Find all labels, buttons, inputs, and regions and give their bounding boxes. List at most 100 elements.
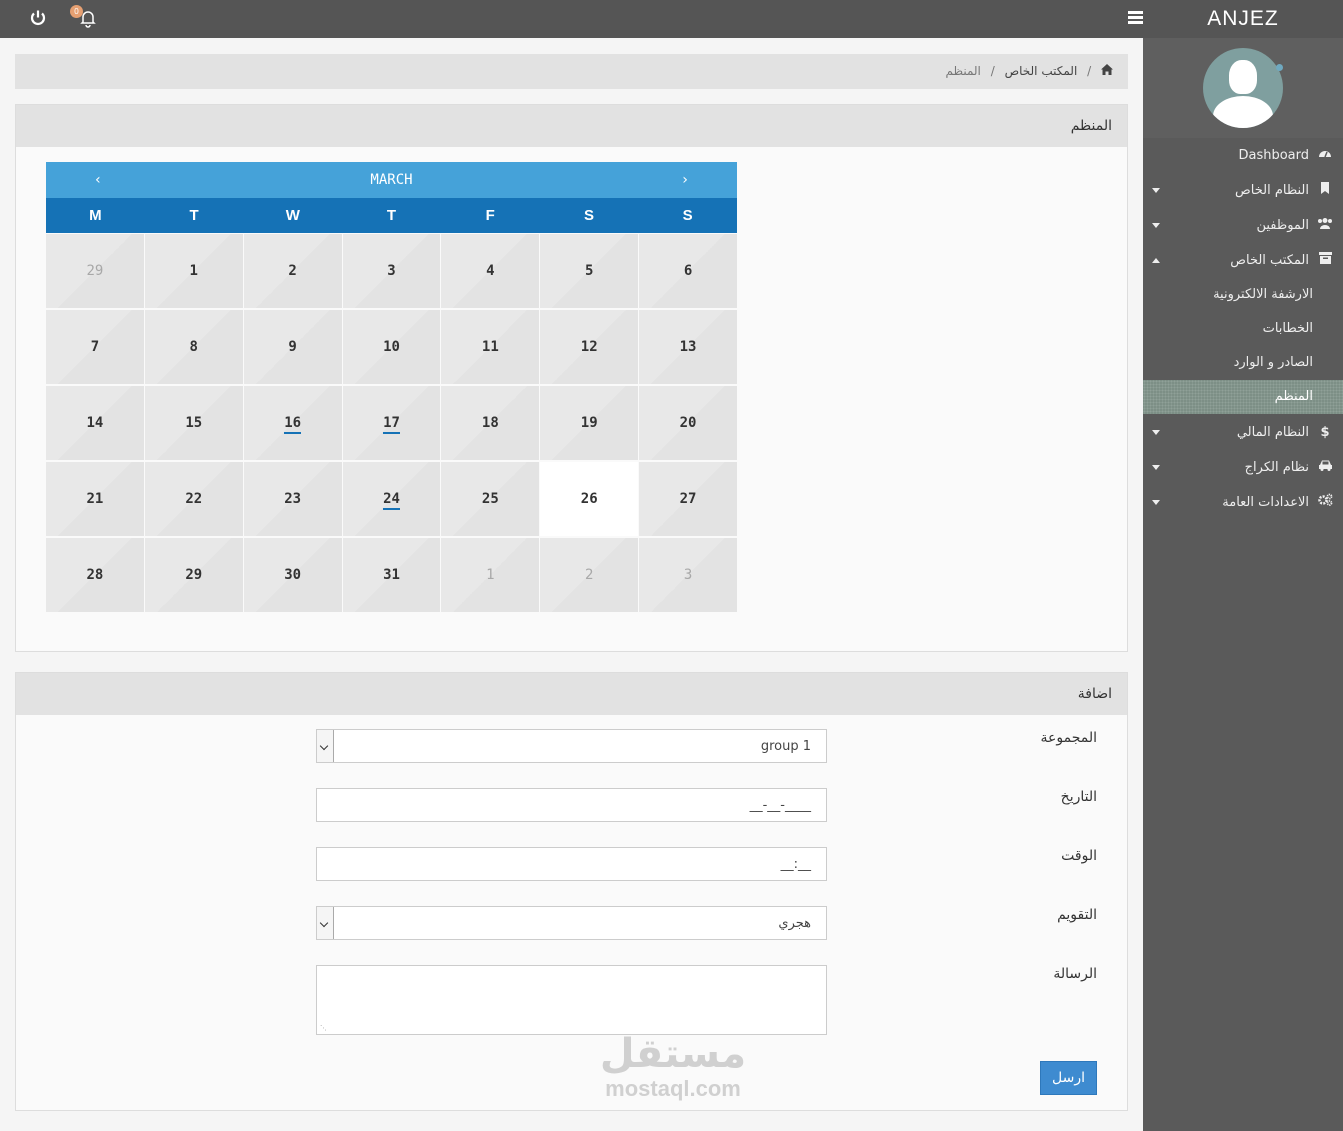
- sidebar-subitem-organizer[interactable]: المنظم: [1143, 380, 1343, 414]
- dollar-icon: $: [1320, 425, 1330, 440]
- calendar-type-select[interactable]: هجري: [316, 906, 827, 940]
- calendar-day-number: 22: [185, 491, 203, 507]
- chevron-down-icon: [1152, 188, 1160, 193]
- calendar-day[interactable]: 21: [46, 462, 144, 536]
- calendar-day[interactable]: 30: [243, 538, 342, 612]
- calendar-day[interactable]: 22: [144, 462, 243, 536]
- prev-month-button[interactable]: ‹: [83, 162, 113, 198]
- calendar-day[interactable]: 6: [639, 234, 737, 308]
- calendar-day[interactable]: 11: [441, 310, 540, 384]
- users-icon: [1317, 208, 1333, 243]
- calendar-day[interactable]: 24: [342, 462, 441, 536]
- next-month-button[interactable]: ›: [670, 162, 700, 198]
- breadcrumb-separator: /: [990, 64, 995, 78]
- calendar-day[interactable]: 9: [243, 310, 342, 384]
- calendar-day[interactable]: 2: [540, 538, 639, 612]
- calendar-day[interactable]: 3: [639, 538, 737, 612]
- sidebar-item-dashboard[interactable]: Dashboard: [1143, 138, 1343, 173]
- calendar-day[interactable]: 25: [441, 462, 540, 536]
- calendar-day[interactable]: 7: [46, 310, 144, 384]
- bookmark-icon: [1317, 173, 1333, 208]
- chevron-down-icon: [1152, 223, 1160, 228]
- calendar-day-number: 9: [288, 339, 297, 355]
- calendar-day-number: 18: [481, 415, 499, 431]
- group-select[interactable]: group 1: [316, 729, 827, 763]
- calendar-day-number: 30: [284, 567, 302, 583]
- send-button[interactable]: ارسل: [1040, 1061, 1097, 1095]
- calendar-day[interactable]: 14: [46, 386, 144, 460]
- calendar-day[interactable]: 1: [144, 234, 243, 308]
- calendar-day-number: 23: [284, 491, 302, 507]
- time-input[interactable]: __:__: [316, 847, 827, 881]
- sidebar-item-label: الاعدادات العامة: [1222, 495, 1309, 510]
- sidebar-item-finance[interactable]: $ النظام المالي: [1143, 415, 1343, 450]
- sidebar-item-general-settings[interactable]: الاعدادات العامة: [1143, 485, 1343, 520]
- date-input[interactable]: ____-__-__: [316, 788, 827, 822]
- calendar-day[interactable]: 3: [342, 234, 441, 308]
- sidebar-item-label: نظام الكراج: [1244, 460, 1309, 475]
- time-label: الوقت: [1061, 848, 1097, 864]
- weekday-label: T: [189, 207, 199, 224]
- calendar-day-number: 29: [86, 263, 104, 279]
- cogs-icon: [1317, 485, 1333, 520]
- calendar-day-number: 21: [86, 491, 104, 507]
- calendar-day[interactable]: 19: [540, 386, 639, 460]
- sidebar-item-garage[interactable]: نظام الكراج: [1143, 450, 1343, 485]
- calendar-day[interactable]: 18: [441, 386, 540, 460]
- breadcrumb-link[interactable]: المكتب الخاص: [1005, 64, 1078, 78]
- calendar-day[interactable]: 10: [342, 310, 441, 384]
- dashboard-icon: [1317, 138, 1333, 173]
- calendar-day[interactable]: 17: [342, 386, 441, 460]
- calendar-day-number: 7: [90, 339, 100, 355]
- calendar-day[interactable]: 8: [144, 310, 243, 384]
- notification-badge: 0: [70, 5, 83, 18]
- calendar-day[interactable]: 5: [540, 234, 639, 308]
- calendar-day-number: 14: [86, 415, 104, 431]
- sidebar-item-label: الموظفين: [1256, 218, 1309, 233]
- calendar-day[interactable]: 29: [46, 234, 144, 308]
- calendar-day-number: 20: [679, 415, 697, 431]
- calendar-day[interactable]: 20: [639, 386, 737, 460]
- calendar-day-number: 24: [383, 491, 400, 510]
- avatar[interactable]: [1203, 48, 1283, 128]
- calendar-day[interactable]: 31: [342, 538, 441, 612]
- calendar: ‹ MARCH › MTWTFSS 29 1 2 3 4 5 6 7 8 9 10 11 12 13 14 1…: [46, 162, 737, 612]
- calendar-day[interactable]: 1: [441, 538, 540, 612]
- group-label: المجموعة: [1040, 730, 1097, 746]
- sidebar-item-label: النظام المالي: [1236, 425, 1309, 440]
- calendar-day-number: 19: [580, 415, 598, 431]
- sidebar-item-label: Dashboard: [1238, 148, 1309, 163]
- message-textarea[interactable]: ⋰: [316, 965, 827, 1035]
- sidebar-item-private-system[interactable]: النظام الخاص: [1143, 173, 1343, 208]
- sidebar-subitem-letters[interactable]: الخطابات: [1143, 312, 1343, 346]
- calendar-day[interactable]: 29: [144, 538, 243, 612]
- resize-handle-icon[interactable]: ⋰: [320, 1025, 327, 1032]
- sidebar-item-label: النظام الخاص: [1235, 183, 1309, 198]
- calendar-day-number: 8: [189, 339, 198, 355]
- calendar-day-number: 26: [580, 491, 598, 507]
- sidebar-subitem-incoming-outgoing[interactable]: الصادر و الوارد: [1143, 346, 1343, 380]
- calendar-day[interactable]: 4: [441, 234, 540, 308]
- home-icon[interactable]: [1101, 54, 1113, 89]
- calendar-day-number: 10: [383, 339, 400, 355]
- sidebar-item-employees[interactable]: الموظفين: [1143, 208, 1343, 243]
- calendar-day[interactable]: 12: [540, 310, 639, 384]
- panel-title: اضافة: [16, 673, 1127, 715]
- sidebar-item-private-office[interactable]: المكتب الخاص: [1143, 243, 1343, 278]
- calendar-day-number: 12: [580, 339, 598, 355]
- calendar-day[interactable]: 23: [243, 462, 342, 536]
- sidebar-subitem-e-archive[interactable]: الارشفة الالكترونية: [1143, 278, 1343, 312]
- power-icon[interactable]: [29, 9, 47, 27]
- calendar-day[interactable]: 2: [243, 234, 342, 308]
- chevron-down-icon: [1152, 465, 1160, 470]
- hamburger-icon[interactable]: [1128, 11, 1143, 24]
- calendar-day[interactable]: 28: [46, 538, 144, 612]
- calendar-day[interactable]: 13: [639, 310, 737, 384]
- calendar-day-today[interactable]: 26: [540, 462, 639, 536]
- calendar-day[interactable]: 27: [639, 462, 737, 536]
- watermark-arabic: مستقل: [599, 1031, 747, 1077]
- weekday-header: MTWTFSS: [46, 198, 737, 233]
- calendar-day[interactable]: 16: [243, 386, 342, 460]
- calendar-day[interactable]: 15: [144, 386, 243, 460]
- chevron-down-icon: [1152, 430, 1160, 435]
